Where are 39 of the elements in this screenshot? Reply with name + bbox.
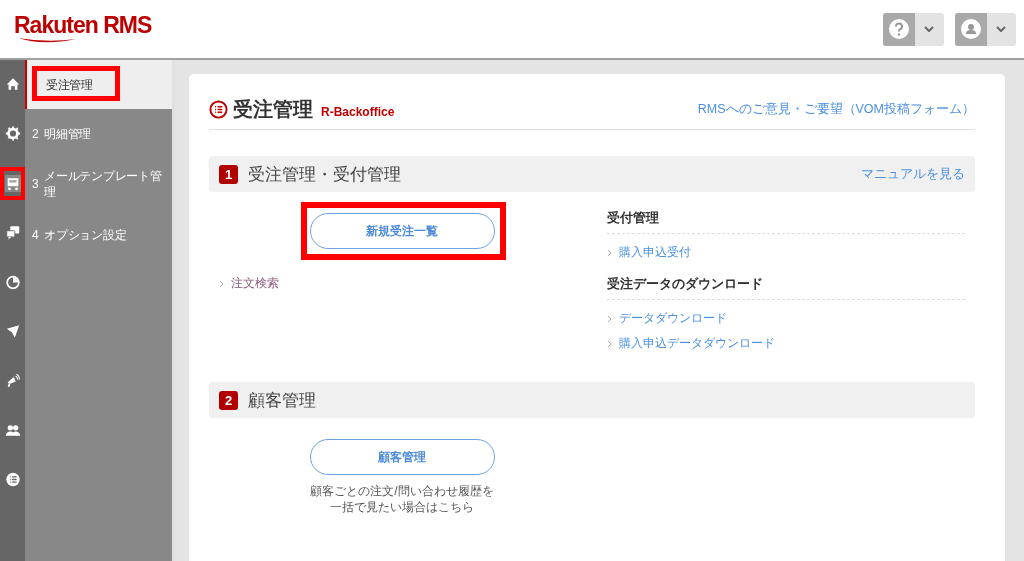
section-title: 受注管理・受付管理 [248, 163, 401, 186]
sidebar-item[interactable]: 受注管理 [25, 60, 172, 109]
feedback-link[interactable]: RMSへのご意見・ご要望（VOM投稿フォーム） [697, 101, 975, 118]
link[interactable]: 注文検索 [231, 275, 279, 292]
user-menu-button[interactable] [955, 12, 1016, 46]
chat-icon[interactable] [4, 224, 21, 242]
section-title: 顧客管理 [248, 389, 316, 412]
group-heading: 受注データのダウンロード [607, 275, 965, 300]
cart-icon[interactable] [4, 174, 21, 192]
logo-text: Rakuten RMS [14, 13, 152, 37]
pie-icon[interactable] [4, 273, 21, 291]
manual-link[interactable]: マニュアルを見る [861, 165, 965, 183]
chevron-right-icon [607, 339, 612, 348]
home-icon[interactable] [4, 76, 21, 93]
settings-icon[interactable] [4, 125, 21, 143]
primary-button[interactable]: 新規受注一覧 [309, 213, 495, 249]
primary-button[interactable]: 顧客管理 [309, 439, 495, 475]
help-text: 顧客ごとの注文/問い合わせ履歴を [310, 483, 494, 499]
list-icon[interactable] [4, 471, 21, 489]
sidebar-item[interactable]: 4 オプション設定 [25, 210, 172, 259]
section-number: 1 [219, 164, 238, 184]
help-icon [888, 18, 910, 40]
help-menu-button[interactable] [883, 12, 944, 46]
section-number: 2 [219, 390, 238, 410]
link[interactable]: データダウンロード [619, 310, 727, 327]
page-title: 受注管理 [233, 97, 313, 122]
chevron-down-icon [996, 26, 1006, 32]
page-subtitle: R-Backoffice [321, 104, 395, 119]
user-icon [960, 18, 982, 40]
chevron-right-icon [219, 279, 224, 288]
link[interactable]: 購入申込データダウンロード [619, 335, 775, 352]
sidebar-item[interactable]: 2 明細管理 [25, 109, 172, 158]
chevron-right-icon [607, 248, 612, 257]
list-icon [209, 100, 228, 119]
link[interactable]: 購入申込受付 [619, 244, 691, 261]
group-heading: 受付管理 [607, 209, 965, 234]
help-text: 一括で見たい場合はこちら [330, 499, 474, 515]
chevron-right-icon [607, 314, 612, 323]
chevron-down-icon [924, 26, 934, 32]
